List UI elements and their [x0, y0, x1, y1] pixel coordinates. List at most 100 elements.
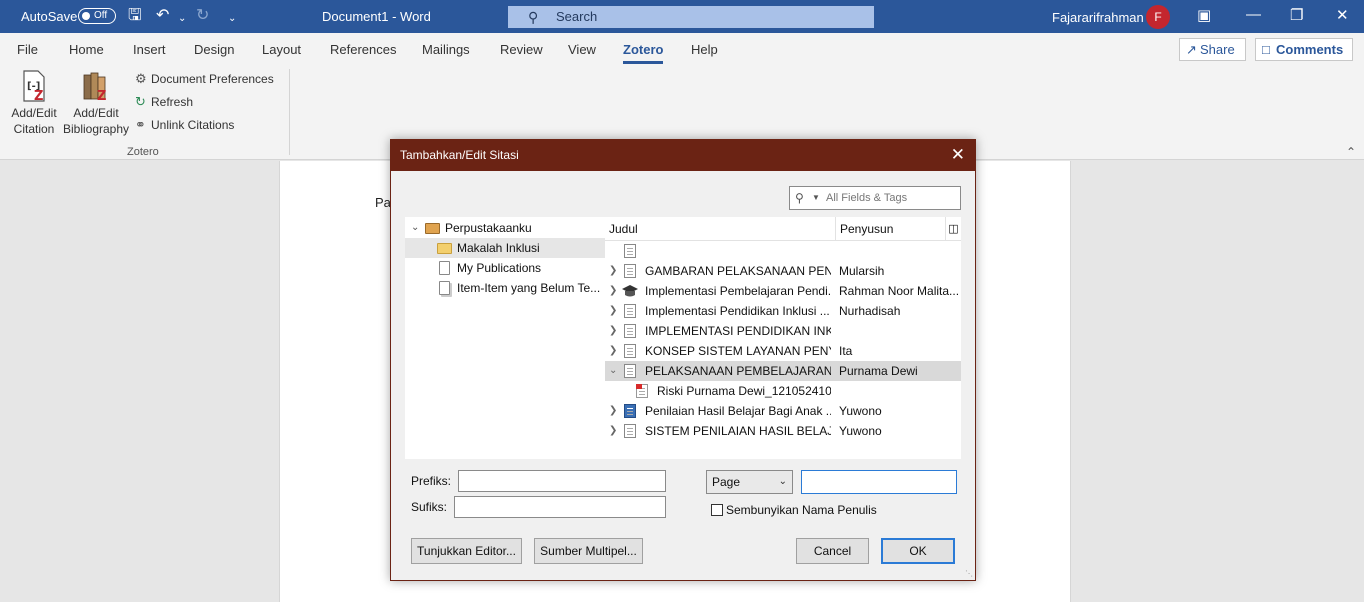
- tab-view[interactable]: View: [568, 42, 596, 57]
- ok-button[interactable]: OK: [881, 538, 955, 564]
- expand-chevron-icon[interactable]: ⌄: [411, 218, 419, 238]
- tab-insert[interactable]: Insert: [133, 42, 166, 57]
- tab-references[interactable]: References: [330, 42, 396, 57]
- cancel-button[interactable]: Cancel: [796, 538, 869, 564]
- search-filter-input[interactable]: ⚲ ▼ All Fields & Tags: [789, 186, 961, 210]
- user-name[interactable]: Fajararifrahman: [1052, 10, 1144, 25]
- save-icon[interactable]: 🖫: [128, 7, 142, 25]
- minimize-icon[interactable]: —: [1246, 6, 1261, 23]
- tab-layout[interactable]: Layout: [262, 42, 301, 57]
- toggle-knob: [82, 12, 90, 20]
- item-author: Yuwono: [839, 404, 882, 418]
- list-item-selected[interactable]: ⌄ PELAKSANAAN PEMBELAJARAN ... Purnama D…: [605, 361, 961, 381]
- tab-review[interactable]: Review: [500, 42, 543, 57]
- chevron-down-icon: ⌄: [778, 476, 787, 487]
- search-input[interactable]: ⚲ Search: [508, 6, 874, 28]
- prefix-input[interactable]: [458, 470, 666, 492]
- resize-grip-icon[interactable]: ⋱: [965, 569, 973, 578]
- collapse-ribbon-icon[interactable]: ⌃: [1346, 145, 1356, 159]
- tree-item-makalah-inklusi[interactable]: Makalah Inklusi: [405, 238, 605, 258]
- locator-type-select[interactable]: Page ⌄: [706, 470, 793, 494]
- list-item[interactable]: ❯ Implementasi Pembelajaran Pendi... Rah…: [605, 281, 961, 301]
- library-panel: ⌄ Perpustakaanku Makalah Inklusi My Publ…: [405, 217, 961, 459]
- redo-icon[interactable]: ↻: [196, 7, 209, 25]
- document-icon: [624, 264, 636, 278]
- tree-item-unfiled[interactable]: Item-Item yang Belum Te...: [405, 278, 605, 298]
- restore-icon[interactable]: ❐: [1290, 6, 1303, 24]
- filter-placeholder: All Fields & Tags: [826, 192, 908, 204]
- expand-chevron-icon[interactable]: ❯: [609, 321, 617, 341]
- autosave-toggle[interactable]: Off: [78, 8, 116, 24]
- tree-item-label: My Publications: [457, 261, 542, 275]
- comments-button[interactable]: □ Comments: [1255, 38, 1353, 61]
- tree-item-label: Item-Item yang Belum Te...: [457, 281, 601, 295]
- doc-prefs-label: Document Preferences: [151, 72, 274, 86]
- list-item[interactable]: [605, 241, 961, 261]
- item-title: Riski Purnama Dewi_121052410...: [657, 384, 831, 398]
- expand-chevron-icon[interactable]: ❯: [609, 341, 617, 361]
- search-placeholder: Search: [556, 9, 598, 24]
- column-picker-icon[interactable]: ◫: [945, 217, 961, 241]
- dialog-title-bar: Tambahkan/Edit Sitasi ✕: [391, 140, 975, 171]
- close-icon[interactable]: ✕: [951, 140, 965, 170]
- locator-input[interactable]: [801, 470, 957, 494]
- expand-chevron-icon[interactable]: ❯: [609, 301, 617, 321]
- ribbon-tabs: File Home Insert Design Layout Reference…: [0, 33, 1364, 65]
- tab-zotero[interactable]: Zotero: [623, 42, 664, 64]
- list-item[interactable]: ❯ Penilaian Hasil Belajar Bagi Anak ... …: [605, 401, 961, 421]
- multiple-sources-button[interactable]: Sumber Multipel...: [534, 538, 643, 564]
- expand-chevron-icon[interactable]: ❯: [609, 261, 617, 281]
- prefix-label: Prefiks:: [411, 474, 452, 488]
- add-edit-citation-button[interactable]: [-] Z Add/Edit Citation: [8, 69, 60, 137]
- tab-help[interactable]: Help: [691, 42, 718, 57]
- tree-item-my-library[interactable]: ⌄ Perpustakaanku: [405, 218, 605, 238]
- list-item-attachment[interactable]: Riski Purnama Dewi_121052410...: [605, 381, 961, 401]
- ribbon-display-options-icon[interactable]: ▣: [1197, 6, 1211, 24]
- document-icon: [624, 244, 636, 258]
- tab-design[interactable]: Design: [194, 42, 234, 57]
- suffix-input[interactable]: [454, 496, 666, 518]
- expand-chevron-icon[interactable]: ❯: [609, 421, 617, 441]
- document-icon: [624, 304, 636, 318]
- collection-tree: ⌄ Perpustakaanku Makalah Inklusi My Publ…: [405, 217, 605, 459]
- svg-text:Z: Z: [97, 89, 106, 103]
- unlink-citations-button[interactable]: ⚭ Unlink Citations: [135, 117, 234, 133]
- collapse-chevron-icon[interactable]: ⌄: [609, 361, 617, 381]
- undo-icon[interactable]: ↶: [156, 7, 169, 25]
- refresh-label: Refresh: [151, 95, 194, 109]
- suppress-author-checkbox[interactable]: [711, 504, 723, 516]
- tab-mailings[interactable]: Mailings: [422, 42, 470, 57]
- suppress-author-label[interactable]: Sembunyikan Nama Penulis: [726, 503, 877, 517]
- library-icon: [425, 223, 440, 234]
- customize-quick-access-icon[interactable]: ⌄: [228, 10, 236, 28]
- expand-chevron-icon[interactable]: ❯: [609, 401, 617, 421]
- close-window-icon[interactable]: ✕: [1336, 6, 1349, 24]
- show-editor-button[interactable]: Tunjukkan Editor...: [411, 538, 522, 564]
- avatar[interactable]: F: [1146, 5, 1170, 29]
- tab-home[interactable]: Home: [69, 42, 104, 57]
- item-title: Implementasi Pendidikan Inklusi ...: [645, 304, 830, 318]
- document-preferences-button[interactable]: ⚙ Document Preferences: [135, 71, 274, 87]
- add-edit-bibliography-button[interactable]: Z Add/Edit Bibliography: [62, 69, 130, 137]
- share-button[interactable]: ↗ Share: [1179, 38, 1246, 61]
- item-title: GAMBARAN PELAKSANAAN PEN...: [645, 264, 831, 278]
- tree-item-my-publications[interactable]: My Publications: [405, 258, 605, 278]
- column-author-header[interactable]: Penyusun: [835, 217, 945, 241]
- undo-dropdown-icon[interactable]: ⌄: [178, 10, 186, 28]
- expand-chevron-icon[interactable]: ❯: [609, 281, 617, 301]
- search-icon: ⚲: [795, 191, 804, 205]
- list-item[interactable]: ❯ KONSEP SISTEM LAYANAN PENY... Ita: [605, 341, 961, 361]
- autosave-state: Off: [94, 10, 108, 21]
- list-item[interactable]: ❯ Implementasi Pendidikan Inklusi ... Nu…: [605, 301, 961, 321]
- filter-mode-dropdown-icon[interactable]: ▼: [812, 187, 820, 209]
- refresh-button[interactable]: ↻ Refresh: [135, 94, 193, 110]
- add-edit-citation-dialog: Tambahkan/Edit Sitasi ✕ ⚲ ▼ All Fields &…: [390, 139, 976, 581]
- suffix-label: Sufiks:: [411, 500, 448, 514]
- document-icon: [624, 364, 636, 378]
- list-item[interactable]: ❯ IMPLEMENTASI PENDIDIKAN INK...: [605, 321, 961, 341]
- column-title-header[interactable]: Judul: [609, 217, 638, 241]
- tab-file[interactable]: File: [17, 42, 38, 57]
- list-item[interactable]: ❯ GAMBARAN PELAKSANAAN PEN... Mularsih: [605, 261, 961, 281]
- thesis-icon: [622, 284, 638, 298]
- list-item[interactable]: ❯ SISTEM PENILAIAN HASIL BELAJA... Yuwon…: [605, 421, 961, 441]
